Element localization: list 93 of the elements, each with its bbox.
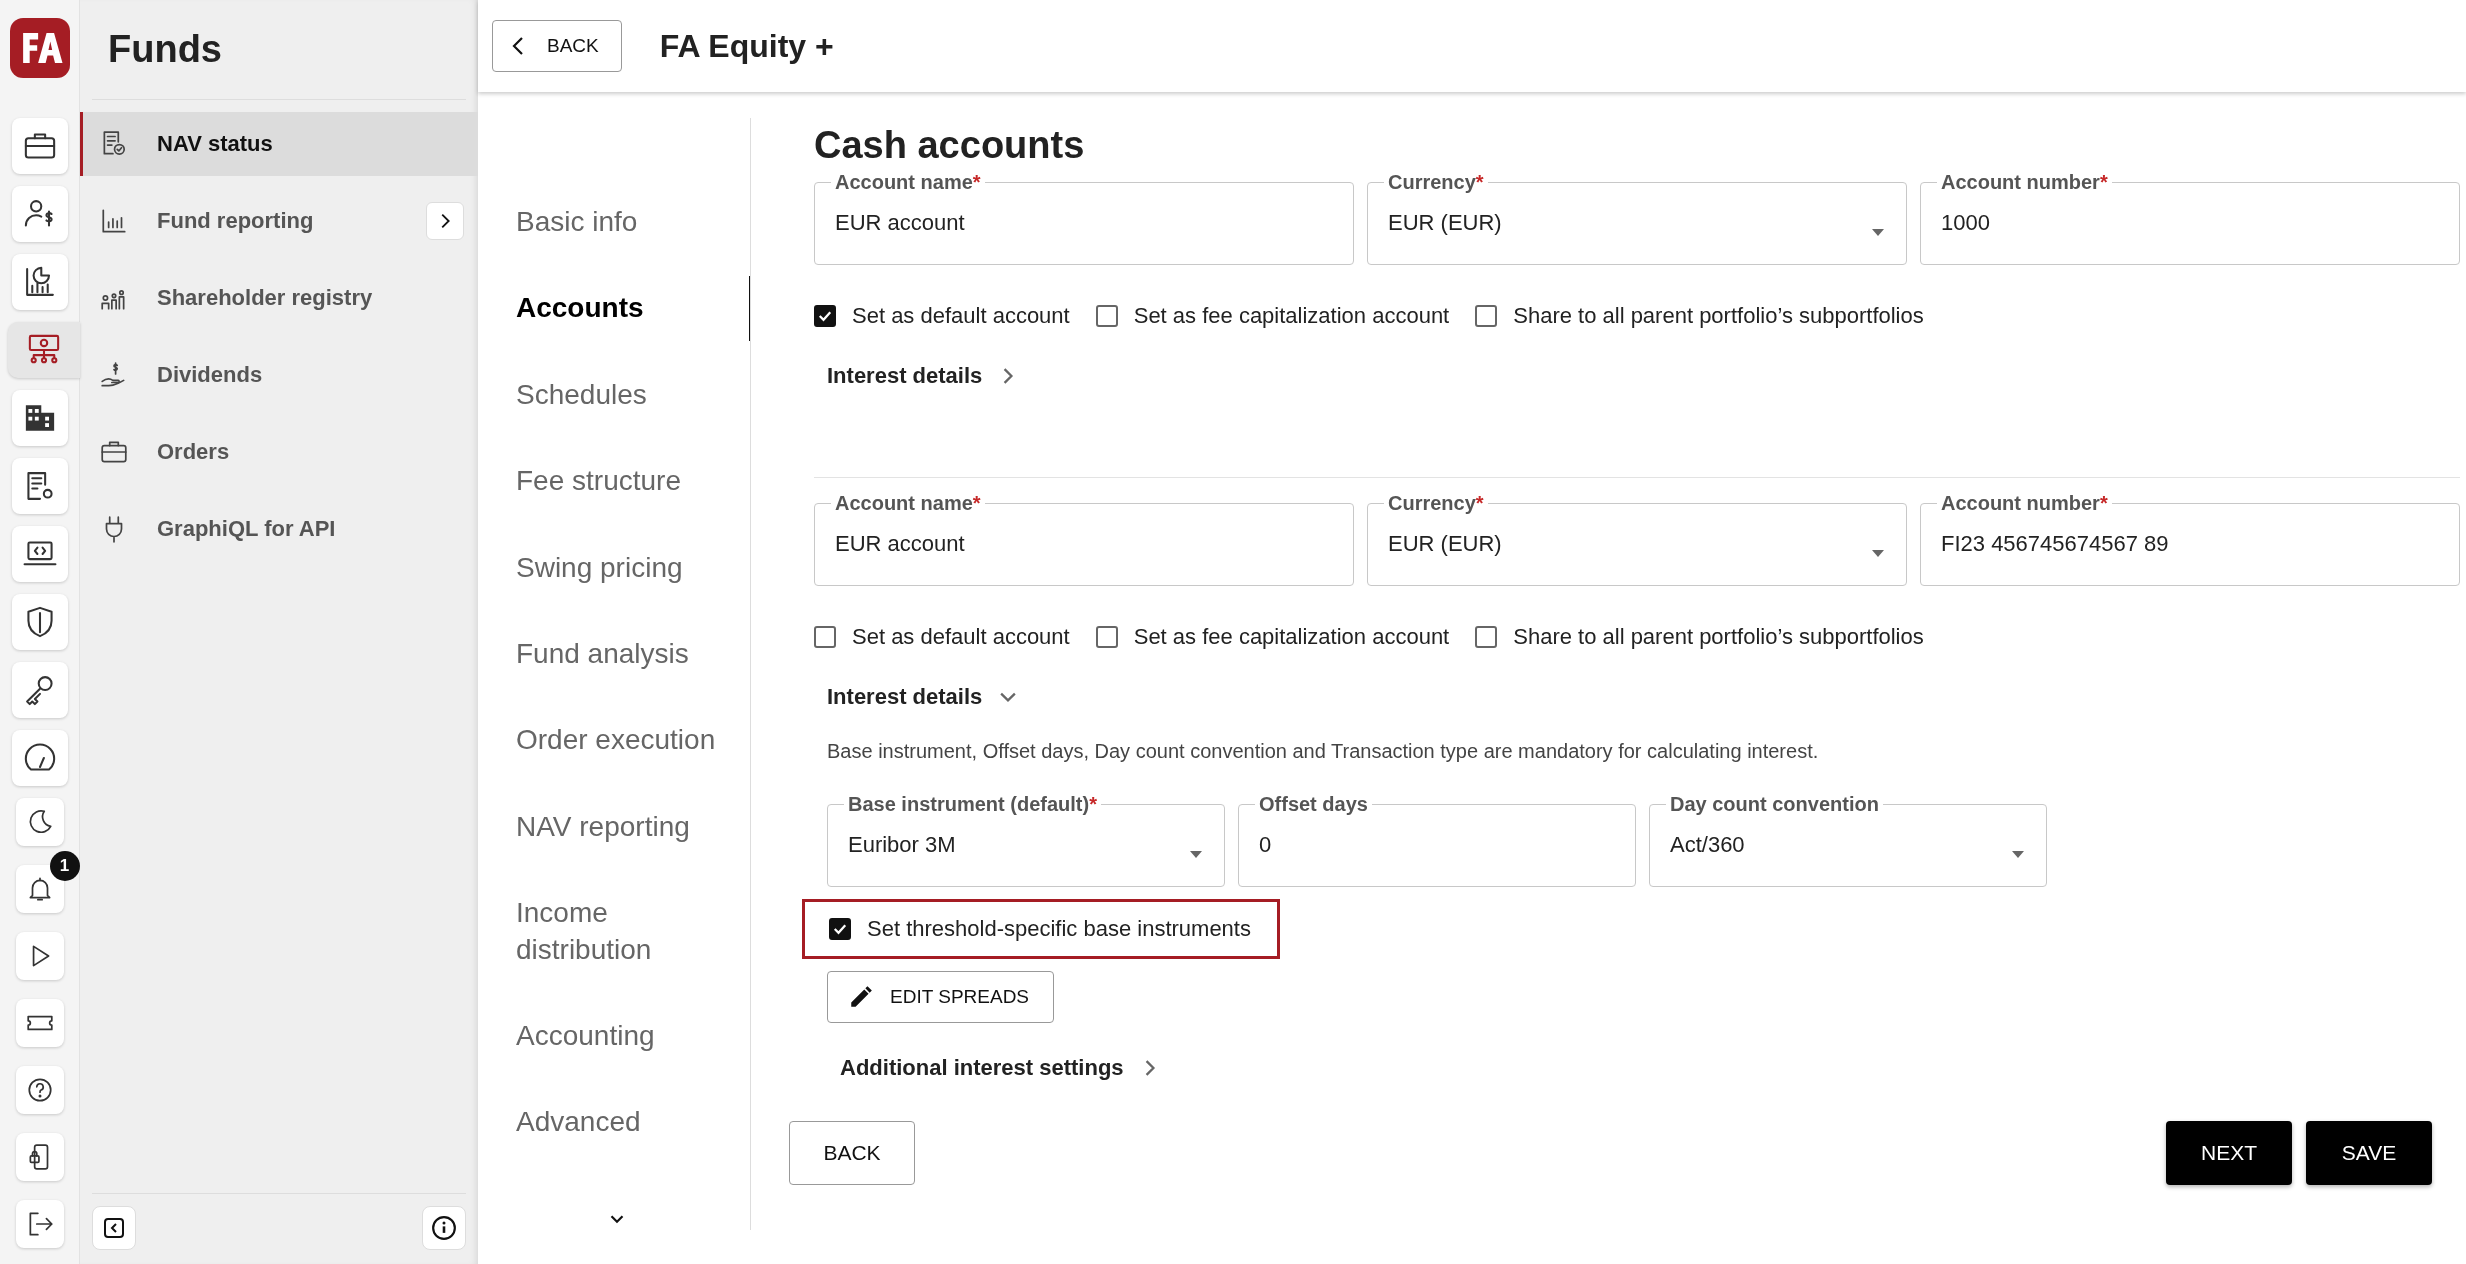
checkbox[interactable] xyxy=(829,918,851,940)
section-tab[interactable]: Swing pricing xyxy=(478,535,750,600)
back-button[interactable]: BACK xyxy=(492,20,622,72)
caret-icon xyxy=(2012,851,2024,859)
checkbox-label[interactable]: Set threshold-specific base instruments xyxy=(867,916,1251,942)
additional-settings-toggle[interactable]: Additional interest settings xyxy=(840,1055,1158,1081)
save-button[interactable]: SAVE xyxy=(2306,1121,2432,1185)
interest-details-toggle[interactable]: Interest details xyxy=(827,684,1017,710)
info-button[interactable] xyxy=(422,1206,466,1250)
field-value: Act/360 xyxy=(1670,831,1745,859)
section-tab[interactable]: NAV reporting xyxy=(478,794,750,860)
select-field[interactable]: Base instrument (default)* Euribor 3M xyxy=(827,793,1225,887)
field-label: Account name* xyxy=(834,171,982,194)
field-value: FI23 456745674567 89 xyxy=(1941,530,2169,558)
section-tab[interactable]: Fund analysis xyxy=(478,621,750,687)
checkbox[interactable] xyxy=(1475,305,1498,327)
section-tab[interactable]: Advanced xyxy=(478,1090,750,1155)
sidebar-item[interactable]: GraphiQL for API xyxy=(80,497,478,561)
checkbox-label[interactable]: Set as default account xyxy=(852,624,1070,650)
building-button[interactable] xyxy=(11,390,68,446)
sidebar-item[interactable]: Orders xyxy=(80,420,478,484)
ticket-button[interactable] xyxy=(15,999,64,1047)
briefcase-button[interactable] xyxy=(11,118,68,174)
section-title: Cash accounts xyxy=(814,124,1086,167)
section-tab[interactable]: Basic info xyxy=(478,190,750,255)
sidebar-item[interactable]: Dividends xyxy=(80,343,478,407)
checkbox[interactable] xyxy=(1095,626,1118,648)
checkbox-label[interactable]: Share to all parent portfolio’s subportfolios xyxy=(1513,624,1924,650)
input-field[interactable]: Offset days 0 xyxy=(1238,793,1636,887)
page-title: FA Equity + xyxy=(659,27,834,65)
info-icon xyxy=(431,1215,457,1241)
sidebar-item[interactable]: NAV status xyxy=(80,112,478,176)
checkbox[interactable] xyxy=(814,626,836,648)
checkbox[interactable] xyxy=(1475,626,1498,648)
checkbox-label[interactable]: Set as fee capitalization account xyxy=(1133,303,1450,329)
field-label: Account number* xyxy=(1940,171,2109,194)
field-label: Offset days xyxy=(1258,793,1369,816)
logout-button[interactable] xyxy=(15,1200,64,1248)
sidebar-title: Funds xyxy=(92,0,466,100)
back-button[interactable]: BACK xyxy=(789,1121,915,1185)
field-value: EUR account xyxy=(835,530,965,558)
field-label: Currency* xyxy=(1387,171,1485,194)
field-label: Currency* xyxy=(1387,492,1485,515)
field-label: Base instrument (default)* xyxy=(847,793,1098,816)
field-label: Account name* xyxy=(834,492,982,515)
interest-details-toggle[interactable]: Interest details xyxy=(827,363,1017,389)
section-tab[interactable]: Accounting xyxy=(478,1003,750,1069)
chart-button[interactable] xyxy=(11,254,68,310)
shield-button[interactable] xyxy=(11,594,68,650)
input-field[interactable]: Account number* FI23 456745674567 89 xyxy=(1920,492,2460,586)
phone-lock-button[interactable] xyxy=(15,1133,64,1181)
help-button[interactable] xyxy=(15,1066,64,1114)
collapse-icon xyxy=(102,1216,126,1240)
section-tab[interactable]: Fee structure xyxy=(478,449,750,514)
expand-button[interactable] xyxy=(426,202,464,240)
section-tab[interactable]: Accounts xyxy=(478,276,750,341)
person-dollar-button[interactable] xyxy=(11,186,68,242)
field-value: EUR (EUR) xyxy=(1388,530,1502,558)
banknote-network-button[interactable] xyxy=(7,322,80,378)
checkbox[interactable] xyxy=(1095,305,1118,327)
checkbox[interactable] xyxy=(814,305,836,327)
checkbox-label[interactable]: Set as fee capitalization account xyxy=(1133,624,1450,650)
laptop-code-button[interactable] xyxy=(11,526,68,582)
section-tab[interactable]: Income distribution xyxy=(478,881,750,982)
sidebar-item[interactable]: Fund reporting xyxy=(80,189,478,253)
caret-icon xyxy=(1872,550,1884,558)
caret-icon xyxy=(1872,229,1884,237)
checkbox-label[interactable]: Set as default account xyxy=(852,303,1070,329)
info-text: Base instrument, Offset days, Day count convention and Transaction type are mandatory for calculating interest. xyxy=(827,740,1819,763)
field-value: Euribor 3M xyxy=(848,831,956,859)
field-label: Account number* xyxy=(1940,492,2109,515)
section-tab[interactable]: Schedules xyxy=(478,362,750,428)
select-field[interactable]: Day count convention Act/360 xyxy=(1649,793,2047,887)
field-label: Day count convention xyxy=(1669,793,1880,816)
field-value: EUR account xyxy=(835,209,965,237)
sidebar-item[interactable]: Shareholder registry xyxy=(80,266,478,330)
field-value: 0 xyxy=(1259,831,1272,859)
section-tab[interactable]: Order execution xyxy=(478,708,750,773)
key-button[interactable] xyxy=(11,662,68,718)
collapse-button[interactable] xyxy=(92,1206,136,1250)
checkbox-label[interactable]: Share to all parent portfolio’s subportfolios xyxy=(1513,303,1924,329)
notification-badge: 1 xyxy=(49,851,80,881)
gauge-button[interactable] xyxy=(11,730,68,786)
field-value: 1000 xyxy=(1941,209,1990,237)
play-button[interactable] xyxy=(15,932,64,980)
edit-spreads-button[interactable]: EDIT SPREADS xyxy=(827,971,1055,1023)
field-value: EUR (EUR) xyxy=(1388,209,1502,237)
next-button[interactable]: NEXT xyxy=(2166,1121,2292,1185)
logo-icon xyxy=(9,18,70,78)
caret-icon xyxy=(1190,851,1202,859)
moon-button[interactable] xyxy=(15,798,64,846)
input-field[interactable]: Account number* 1000 xyxy=(1920,171,2460,265)
pencil-icon xyxy=(848,984,874,1010)
